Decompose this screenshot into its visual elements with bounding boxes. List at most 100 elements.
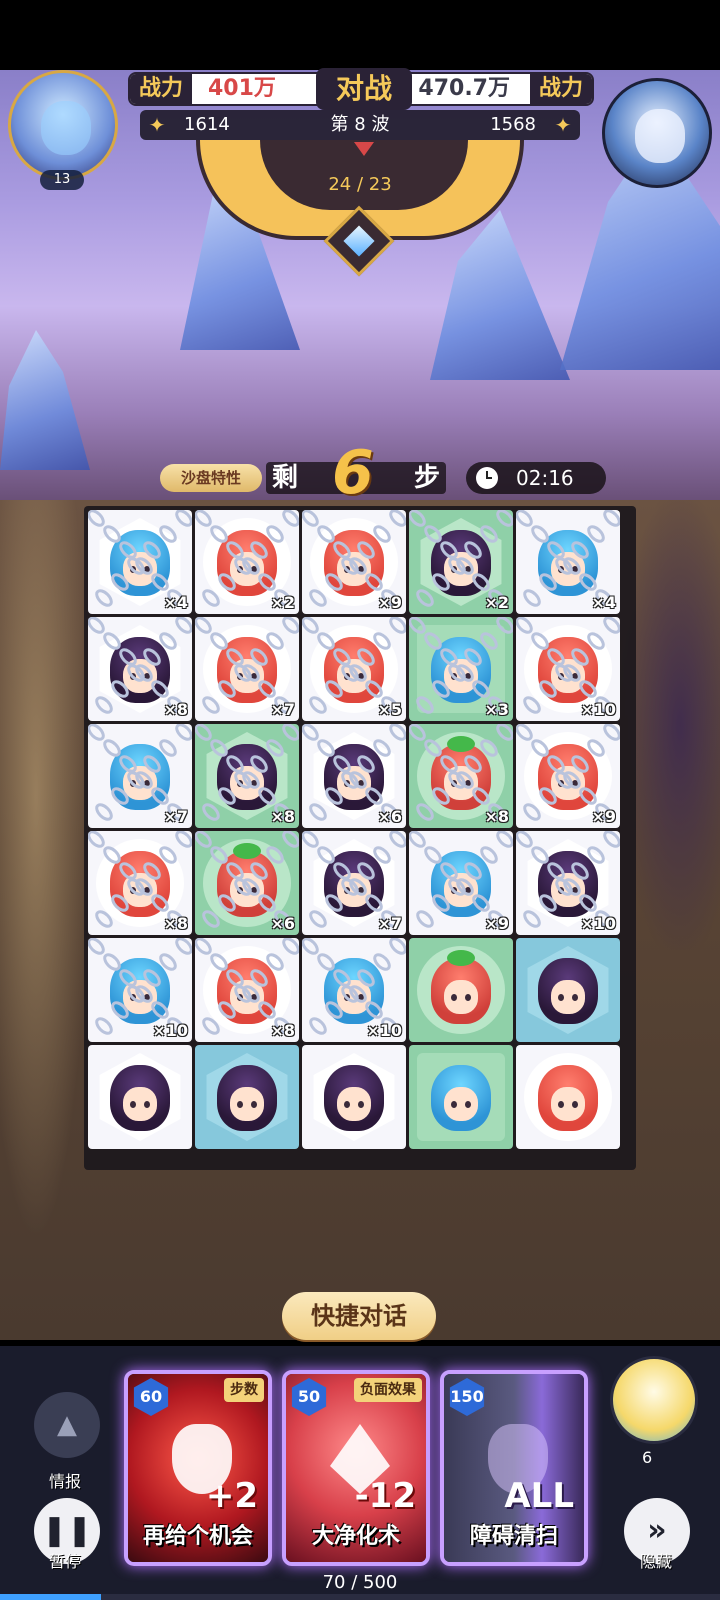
skill-tag: 步数	[224, 1378, 264, 1402]
hero-blue-icon	[431, 1065, 491, 1131]
match-board: ×4 ×2 ×9 ×2 ×4 ×8 ×7 ×5 ×3 ×10 ×7 ×8 ×6 ×8 ×9 ×8 ×6 ×7 ×9 ×…	[84, 506, 636, 1170]
chain-count: ×8	[270, 1021, 295, 1040]
board-tile[interactable]: ×10	[516, 617, 620, 721]
board-tile[interactable]: ×7	[195, 617, 299, 721]
hero-red-icon	[217, 530, 277, 596]
board-tile[interactable]: ×8	[195, 724, 299, 828]
chain-count: ×9	[377, 593, 402, 612]
board-tile[interactable]: ×10	[302, 938, 406, 1042]
board-tile[interactable]: ×8	[409, 724, 513, 828]
companion-avatar[interactable]	[610, 1356, 698, 1444]
board-tile[interactable]	[409, 1045, 513, 1149]
energy-fill	[0, 1594, 101, 1600]
board-tile[interactable]	[302, 1045, 406, 1149]
chain-count: ×7	[163, 807, 188, 826]
skill-effect: +2	[205, 1476, 258, 1516]
board-tile[interactable]: ×8	[88, 831, 192, 935]
board-tile[interactable]: ×7	[88, 724, 192, 828]
hero-red-icon	[110, 851, 170, 917]
board-tile[interactable]: ×8	[195, 938, 299, 1042]
board-tile[interactable]: ×9	[302, 510, 406, 614]
board-tile[interactable]: ×10	[88, 938, 192, 1042]
chain-count: ×10	[152, 1021, 188, 1040]
board-tile[interactable]: ×2	[409, 510, 513, 614]
board-tile[interactable]: ×9	[516, 724, 620, 828]
gauge-progress-text: 24 / 23	[328, 174, 392, 195]
hero-blue-icon	[110, 958, 170, 1024]
hero-purple-icon	[538, 958, 598, 1024]
chain-count: ×5	[377, 700, 402, 719]
board-tile[interactable]: ×8	[88, 617, 192, 721]
sandbox-trait-button[interactable]: 沙盘特性	[160, 464, 262, 492]
board-tile[interactable]	[88, 1045, 192, 1149]
hero-green-icon	[431, 950, 491, 1024]
skill-name: 障碍清扫	[469, 1524, 558, 1549]
hero-purple-icon	[217, 1065, 277, 1131]
board-tile[interactable]	[516, 938, 620, 1042]
hide-label: 隐藏	[640, 1552, 673, 1571]
chain-count: ×7	[270, 700, 295, 719]
board-tile[interactable]: ×9	[409, 831, 513, 935]
round-timer: 02:16	[466, 462, 606, 494]
board-tile[interactable]	[195, 1045, 299, 1149]
board-tile[interactable]: ×2	[195, 510, 299, 614]
board-tile[interactable]: ×6	[195, 831, 299, 935]
chain-count: ×4	[591, 593, 616, 612]
intel-button[interactable]: ▲	[34, 1392, 100, 1458]
hero-purple-icon	[217, 744, 277, 810]
board-tile[interactable]: ×7	[302, 831, 406, 935]
quick-chat-button[interactable]: 快捷对话	[282, 1292, 436, 1340]
companion-count: 6	[642, 1448, 653, 1467]
skill-name: 再给个机会	[142, 1524, 253, 1549]
skill-name: 大净化术	[311, 1524, 400, 1549]
board-tile[interactable]	[516, 1045, 620, 1149]
board-tile[interactable]: ×10	[516, 831, 620, 935]
hero-purple-icon	[110, 637, 170, 703]
hero-red-icon	[217, 958, 277, 1024]
hero-purple-icon	[431, 530, 491, 596]
hero-green-icon	[217, 843, 277, 917]
ally-heroes-sprites	[0, 500, 90, 1240]
chain-count: ×4	[163, 593, 188, 612]
clock-icon	[476, 467, 498, 489]
hero-blue-icon	[324, 958, 384, 1024]
board-tile[interactable]: ×5	[302, 617, 406, 721]
hero-red-icon	[538, 744, 598, 810]
skill-effect: ALL	[504, 1476, 574, 1516]
hero-purple-icon	[538, 851, 598, 917]
hero-red-icon	[324, 637, 384, 703]
board-tile[interactable]: ×4	[88, 510, 192, 614]
pause-label: 暂停	[49, 1552, 82, 1571]
chain-count: ×10	[580, 700, 616, 719]
chain-count: ×2	[484, 593, 509, 612]
versus-label: 对战	[316, 68, 412, 110]
enemy-score: 1568	[490, 114, 536, 135]
bell-icon: ▲	[57, 1410, 77, 1440]
hero-purple-icon	[324, 1065, 384, 1131]
board-tile[interactable]: ×4	[516, 510, 620, 614]
moves-remaining: 6	[332, 438, 374, 508]
hero-blue-icon	[538, 530, 598, 596]
moves-bar: 沙盘特性 剩 6 步 02:16	[160, 438, 610, 508]
score-wave-bar: ✦ 1614 第 8 波 1568 ✦	[140, 110, 580, 140]
enemy-avatar[interactable]	[602, 78, 712, 188]
hero-blue-icon	[110, 530, 170, 596]
board-tile[interactable]	[409, 938, 513, 1042]
skill-card-clear-obstacles[interactable]: 150 ALL 障碍清扫	[440, 1370, 588, 1566]
skill-card-extra-move[interactable]: 60 步数 +2 再给个机会	[124, 1370, 272, 1566]
power-comparison-bar: 战力 401万 对战 470.7万 战力	[128, 68, 594, 110]
hero-purple-icon	[324, 744, 384, 810]
chain-count: ×10	[580, 914, 616, 933]
board-tile[interactable]: ×6	[302, 724, 406, 828]
chain-count: ×8	[484, 807, 509, 826]
chain-count: ×10	[366, 1021, 402, 1040]
chain-count: ×9	[591, 807, 616, 826]
hero-red-icon	[538, 1065, 598, 1131]
skill-card-purify[interactable]: 50 负面效果 -12 大净化术	[282, 1370, 430, 1566]
player-avatar[interactable]	[8, 70, 118, 180]
board-tile[interactable]: ×3	[409, 617, 513, 721]
star-icon: ✦	[554, 113, 572, 137]
energy-counter: 70 / 500	[322, 1572, 398, 1593]
hero-red-icon	[538, 637, 598, 703]
hero-blue-icon	[431, 637, 491, 703]
